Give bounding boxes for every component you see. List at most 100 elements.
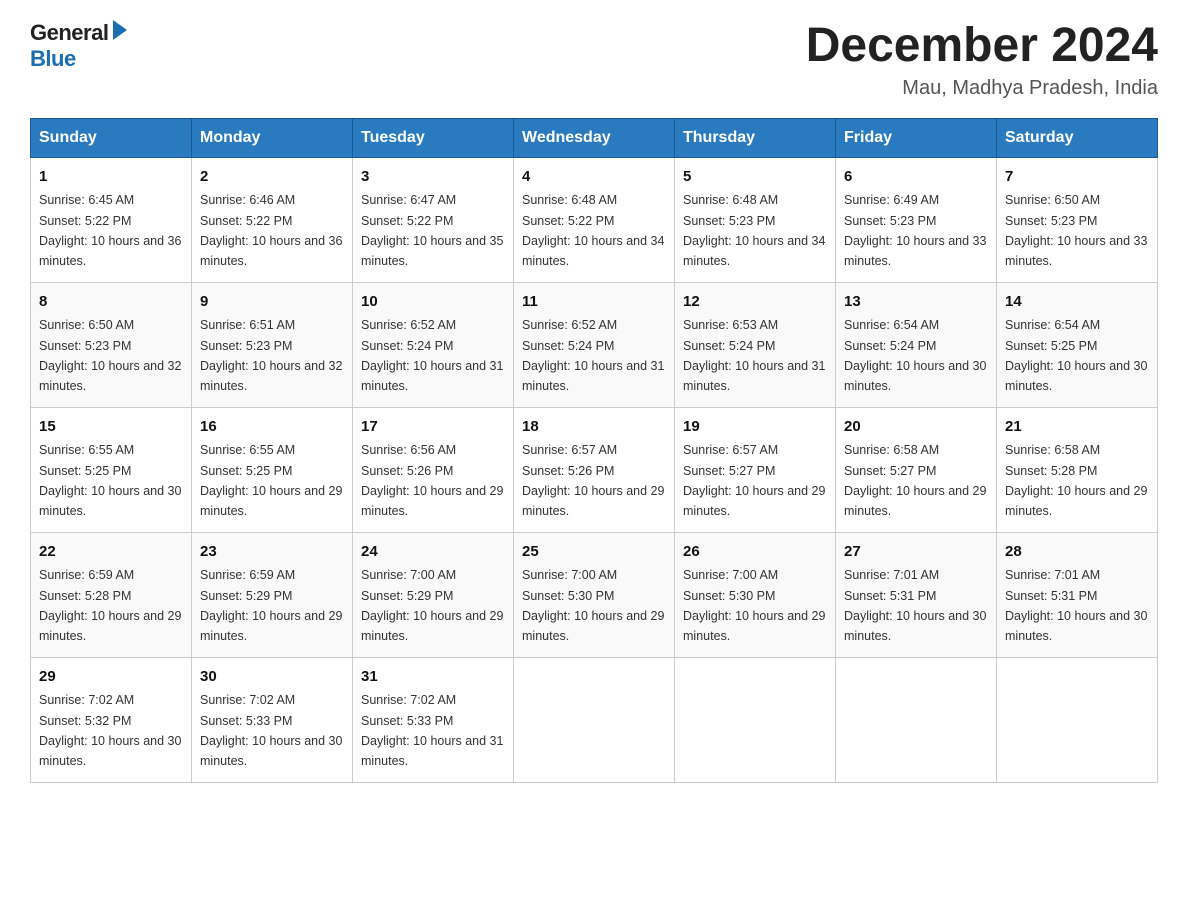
day-number: 29 [39,666,183,689]
day-number: 19 [683,416,827,439]
day-info: Sunrise: 7:02 AMSunset: 5:33 PMDaylight:… [361,693,503,768]
day-number: 13 [844,291,988,314]
calendar-week-row: 29 Sunrise: 7:02 AMSunset: 5:32 PMDaylig… [31,657,1158,782]
day-number: 20 [844,416,988,439]
calendar-day-cell: 3 Sunrise: 6:47 AMSunset: 5:22 PMDayligh… [353,157,514,282]
calendar-day-cell: 30 Sunrise: 7:02 AMSunset: 5:33 PMDaylig… [192,657,353,782]
calendar-day-cell: 29 Sunrise: 7:02 AMSunset: 5:32 PMDaylig… [31,657,192,782]
day-info: Sunrise: 7:01 AMSunset: 5:31 PMDaylight:… [1005,568,1147,643]
calendar-day-cell: 9 Sunrise: 6:51 AMSunset: 5:23 PMDayligh… [192,282,353,407]
calendar-day-cell: 4 Sunrise: 6:48 AMSunset: 5:22 PMDayligh… [514,157,675,282]
day-info: Sunrise: 7:00 AMSunset: 5:30 PMDaylight:… [522,568,664,643]
day-info: Sunrise: 6:54 AMSunset: 5:24 PMDaylight:… [844,318,986,393]
day-number: 30 [200,666,344,689]
calendar-day-cell: 16 Sunrise: 6:55 AMSunset: 5:25 PMDaylig… [192,407,353,532]
calendar-week-row: 15 Sunrise: 6:55 AMSunset: 5:25 PMDaylig… [31,407,1158,532]
day-number: 21 [1005,416,1149,439]
day-info: Sunrise: 6:58 AMSunset: 5:27 PMDaylight:… [844,443,986,518]
day-number: 26 [683,541,827,564]
day-info: Sunrise: 6:57 AMSunset: 5:27 PMDaylight:… [683,443,825,518]
calendar-day-cell [997,657,1158,782]
day-info: Sunrise: 6:55 AMSunset: 5:25 PMDaylight:… [200,443,342,518]
day-info: Sunrise: 7:01 AMSunset: 5:31 PMDaylight:… [844,568,986,643]
day-info: Sunrise: 7:02 AMSunset: 5:33 PMDaylight:… [200,693,342,768]
calendar-header-row: SundayMondayTuesdayWednesdayThursdayFrid… [31,118,1158,157]
calendar-day-cell: 26 Sunrise: 7:00 AMSunset: 5:30 PMDaylig… [675,532,836,657]
calendar-day-cell [675,657,836,782]
day-info: Sunrise: 6:58 AMSunset: 5:28 PMDaylight:… [1005,443,1147,518]
day-info: Sunrise: 6:50 AMSunset: 5:23 PMDaylight:… [1005,193,1147,268]
day-number: 25 [522,541,666,564]
day-info: Sunrise: 6:52 AMSunset: 5:24 PMDaylight:… [522,318,664,393]
calendar-day-cell: 10 Sunrise: 6:52 AMSunset: 5:24 PMDaylig… [353,282,514,407]
day-number: 10 [361,291,505,314]
calendar-title: December 2024 [806,20,1158,73]
day-number: 1 [39,166,183,189]
day-number: 22 [39,541,183,564]
day-number: 31 [361,666,505,689]
day-info: Sunrise: 6:57 AMSunset: 5:26 PMDaylight:… [522,443,664,518]
day-number: 8 [39,291,183,314]
day-number: 16 [200,416,344,439]
day-of-week-header: Friday [836,118,997,157]
day-number: 27 [844,541,988,564]
page-header: General Blue December 2024 Mau, Madhya P… [30,20,1158,100]
logo-blue-text: Blue [30,46,76,72]
calendar-day-cell: 13 Sunrise: 6:54 AMSunset: 5:24 PMDaylig… [836,282,997,407]
day-number: 4 [522,166,666,189]
calendar-day-cell: 23 Sunrise: 6:59 AMSunset: 5:29 PMDaylig… [192,532,353,657]
day-info: Sunrise: 6:53 AMSunset: 5:24 PMDaylight:… [683,318,825,393]
calendar-day-cell: 17 Sunrise: 6:56 AMSunset: 5:26 PMDaylig… [353,407,514,532]
day-info: Sunrise: 6:47 AMSunset: 5:22 PMDaylight:… [361,193,503,268]
day-of-week-header: Thursday [675,118,836,157]
day-number: 11 [522,291,666,314]
day-number: 24 [361,541,505,564]
calendar-day-cell: 31 Sunrise: 7:02 AMSunset: 5:33 PMDaylig… [353,657,514,782]
calendar-day-cell: 14 Sunrise: 6:54 AMSunset: 5:25 PMDaylig… [997,282,1158,407]
day-number: 6 [844,166,988,189]
day-info: Sunrise: 6:52 AMSunset: 5:24 PMDaylight:… [361,318,503,393]
calendar-day-cell: 8 Sunrise: 6:50 AMSunset: 5:23 PMDayligh… [31,282,192,407]
day-number: 3 [361,166,505,189]
calendar-day-cell: 6 Sunrise: 6:49 AMSunset: 5:23 PMDayligh… [836,157,997,282]
day-of-week-header: Wednesday [514,118,675,157]
calendar-day-cell: 7 Sunrise: 6:50 AMSunset: 5:23 PMDayligh… [997,157,1158,282]
day-number: 12 [683,291,827,314]
day-info: Sunrise: 7:02 AMSunset: 5:32 PMDaylight:… [39,693,181,768]
day-number: 28 [1005,541,1149,564]
day-of-week-header: Saturday [997,118,1158,157]
calendar-day-cell: 11 Sunrise: 6:52 AMSunset: 5:24 PMDaylig… [514,282,675,407]
calendar-day-cell: 22 Sunrise: 6:59 AMSunset: 5:28 PMDaylig… [31,532,192,657]
day-number: 18 [522,416,666,439]
calendar-day-cell: 18 Sunrise: 6:57 AMSunset: 5:26 PMDaylig… [514,407,675,532]
logo-general-text: General [30,20,108,46]
calendar-day-cell: 28 Sunrise: 7:01 AMSunset: 5:31 PMDaylig… [997,532,1158,657]
day-number: 17 [361,416,505,439]
day-number: 15 [39,416,183,439]
calendar-week-row: 22 Sunrise: 6:59 AMSunset: 5:28 PMDaylig… [31,532,1158,657]
day-number: 23 [200,541,344,564]
day-of-week-header: Tuesday [353,118,514,157]
day-info: Sunrise: 7:00 AMSunset: 5:30 PMDaylight:… [683,568,825,643]
day-info: Sunrise: 6:46 AMSunset: 5:22 PMDaylight:… [200,193,342,268]
day-of-week-header: Monday [192,118,353,157]
calendar-day-cell: 27 Sunrise: 7:01 AMSunset: 5:31 PMDaylig… [836,532,997,657]
day-info: Sunrise: 6:55 AMSunset: 5:25 PMDaylight:… [39,443,181,518]
calendar-day-cell [836,657,997,782]
calendar-day-cell: 1 Sunrise: 6:45 AMSunset: 5:22 PMDayligh… [31,157,192,282]
day-number: 5 [683,166,827,189]
day-number: 9 [200,291,344,314]
calendar-day-cell: 20 Sunrise: 6:58 AMSunset: 5:27 PMDaylig… [836,407,997,532]
day-info: Sunrise: 6:56 AMSunset: 5:26 PMDaylight:… [361,443,503,518]
logo: General Blue [30,20,130,72]
calendar-day-cell: 12 Sunrise: 6:53 AMSunset: 5:24 PMDaylig… [675,282,836,407]
day-info: Sunrise: 6:51 AMSunset: 5:23 PMDaylight:… [200,318,342,393]
calendar-day-cell: 5 Sunrise: 6:48 AMSunset: 5:23 PMDayligh… [675,157,836,282]
calendar-week-row: 1 Sunrise: 6:45 AMSunset: 5:22 PMDayligh… [31,157,1158,282]
day-info: Sunrise: 6:48 AMSunset: 5:22 PMDaylight:… [522,193,664,268]
day-info: Sunrise: 6:54 AMSunset: 5:25 PMDaylight:… [1005,318,1147,393]
calendar-day-cell: 19 Sunrise: 6:57 AMSunset: 5:27 PMDaylig… [675,407,836,532]
day-info: Sunrise: 6:48 AMSunset: 5:23 PMDaylight:… [683,193,825,268]
day-number: 7 [1005,166,1149,189]
calendar-day-cell: 25 Sunrise: 7:00 AMSunset: 5:30 PMDaylig… [514,532,675,657]
